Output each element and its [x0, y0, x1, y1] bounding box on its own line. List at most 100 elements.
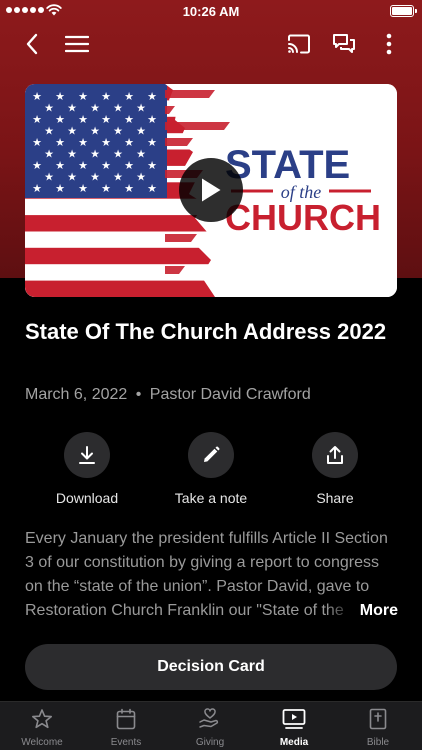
flag-star: ★ — [113, 125, 123, 138]
battery-icon — [390, 5, 417, 17]
flag-star: ★ — [44, 171, 54, 184]
cast-button[interactable] — [283, 28, 315, 60]
tab-media[interactable]: Media — [252, 707, 336, 748]
flag-star: ★ — [101, 182, 111, 195]
logo-word-state: STATE — [225, 143, 350, 187]
tab-giving-label: Giving — [195, 737, 225, 748]
download-icon — [64, 432, 110, 478]
flag-star: ★ — [44, 148, 54, 161]
flag-star: ★ — [136, 148, 146, 161]
sermon-title: State Of The Church Address 2022 — [25, 319, 387, 344]
flag-star: ★ — [124, 136, 134, 149]
flag-star: ★ — [44, 125, 54, 138]
tab-media-label: Media — [279, 737, 309, 748]
tab-giving[interactable]: Giving — [168, 707, 252, 748]
flag-star: ★ — [113, 102, 123, 115]
take-note-label: Take a note — [174, 490, 248, 506]
flag-star: ★ — [90, 148, 100, 161]
sermon-date: March 6, 2022 — [25, 386, 128, 403]
tab-welcome[interactable]: Welcome — [0, 707, 84, 748]
more-vertical-icon — [386, 33, 392, 55]
chat-button[interactable] — [328, 28, 360, 60]
flag-star: ★ — [32, 182, 42, 195]
action-row: Download Take a note Share — [0, 432, 422, 512]
flag-star: ★ — [113, 171, 123, 184]
calendar-icon — [116, 708, 136, 730]
flag-star: ★ — [136, 125, 146, 138]
flag-star: ★ — [32, 159, 42, 172]
take-note-button[interactable]: Take a note — [156, 432, 266, 506]
flag-star: ★ — [101, 90, 111, 103]
share-label: Share — [316, 490, 354, 506]
flag-star: ★ — [90, 125, 100, 138]
flag-star: ★ — [78, 113, 88, 126]
flag-star: ★ — [55, 182, 65, 195]
media-player-icon — [282, 709, 306, 729]
flag-star: ★ — [136, 171, 146, 184]
flag-star: ★ — [113, 148, 123, 161]
flag-star: ★ — [124, 113, 134, 126]
sermon-meta: March 6, 2022 • Pastor David Crawford — [25, 386, 311, 404]
flag-star: ★ — [124, 182, 134, 195]
sermon-thumbnail[interactable]: ★ ★ ★ ★ ★ ★ ★ ★ ★ ★ ★ ★ ★ ★ ★ ★ ★ ★ ★ ★ ★ ★ ★ ★ ★ ★ ★ ★ ★ ★ ★ ★ ★ ★ ★ ★ ★ ★ ★ ★… — [25, 84, 397, 297]
pencil-icon — [188, 432, 234, 478]
tab-bible[interactable]: Bible — [336, 707, 420, 748]
flag-star: ★ — [78, 90, 88, 103]
play-icon — [202, 178, 221, 202]
flag-star: ★ — [101, 159, 111, 172]
tab-events[interactable]: Events — [84, 707, 168, 748]
flag-star: ★ — [67, 171, 77, 184]
bible-icon — [369, 708, 387, 730]
tab-bar: Welcome Events Giving Media Bible — [0, 701, 422, 750]
hamburger-menu-icon — [65, 35, 89, 53]
flag-stripe — [25, 247, 215, 265]
more-options-button[interactable] — [373, 28, 405, 60]
flag-star: ★ — [55, 90, 65, 103]
share-button[interactable]: Share — [280, 432, 390, 506]
flag-star: ★ — [147, 182, 157, 195]
menu-button[interactable] — [61, 28, 93, 60]
flag-brush-stroke — [165, 122, 230, 130]
flag-star: ★ — [67, 102, 77, 115]
decision-card-button[interactable]: Decision Card — [25, 644, 397, 690]
play-button[interactable] — [179, 158, 243, 222]
flag-star: ★ — [55, 136, 65, 149]
giving-hand-icon — [199, 708, 219, 728]
flag-star: ★ — [101, 113, 111, 126]
back-button[interactable] — [16, 28, 48, 60]
meta-separator: • — [135, 386, 142, 403]
flag-star: ★ — [32, 113, 42, 126]
flag-star: ★ — [32, 90, 42, 103]
flag-stripe — [25, 280, 215, 297]
flag-star: ★ — [147, 136, 157, 149]
flag-star: ★ — [101, 136, 111, 149]
flag-star: ★ — [78, 182, 88, 195]
logo-word-church: CHURCH — [225, 197, 381, 238]
cast-icon — [288, 34, 310, 54]
flag-star: ★ — [90, 102, 100, 115]
chevron-left-icon — [26, 33, 38, 55]
flag-star: ★ — [124, 159, 134, 172]
flag-star: ★ — [67, 125, 77, 138]
flag-star: ★ — [67, 148, 77, 161]
flag-star: ★ — [147, 90, 157, 103]
chat-bubbles-icon — [333, 34, 355, 53]
tab-welcome-label: Welcome — [21, 737, 63, 748]
status-bar: 10:26 AM — [0, 0, 422, 22]
download-button[interactable]: Download — [32, 432, 142, 506]
flag-star: ★ — [147, 113, 157, 126]
flag-star: ★ — [78, 136, 88, 149]
flag-star: ★ — [55, 113, 65, 126]
flag-star: ★ — [147, 159, 157, 172]
flag-star: ★ — [44, 102, 54, 115]
tab-bible-label: Bible — [366, 737, 390, 748]
status-time: 10:26 AM — [182, 4, 240, 19]
flag-star: ★ — [32, 136, 42, 149]
flag-star: ★ — [124, 90, 134, 103]
flag-star: ★ — [78, 159, 88, 172]
download-label: Download — [55, 490, 119, 506]
sermon-speaker: Pastor David Crawford — [149, 386, 311, 403]
share-icon — [312, 432, 358, 478]
flag-brush-stroke — [165, 90, 215, 98]
more-button[interactable]: More — [325, 599, 398, 623]
